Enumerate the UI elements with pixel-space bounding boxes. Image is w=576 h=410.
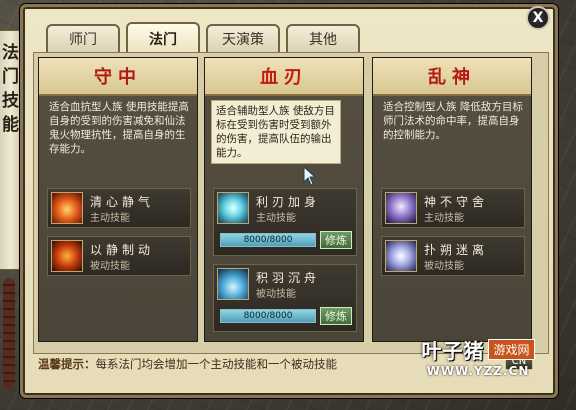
skill-name: 神不守舍 [424,195,489,209]
skill-slot[interactable]: 积羽沉舟 被动技能 8000/8000 修炼 [213,264,357,332]
tab-tianyance[interactable]: 天演策 [206,24,280,52]
column-description: 适合辅助型人族 使敌方目标在受到伤害时受到额外的伤害，提高队伍的输出能力。 [211,100,341,164]
side-char: 门 [2,67,19,87]
train-button[interactable]: 修炼 [320,307,352,325]
ice-skill-icon [217,192,249,224]
side-char: 技 [2,91,19,111]
fire-skill-icon [51,240,83,272]
watermark-logo: 叶子猪 [421,338,485,363]
skill-type: 主动技能 [424,213,464,224]
hint-label: 温馨提示： [38,357,96,371]
column-title: 血刃 [205,58,363,96]
column-shouzhong: 守中 适合血抗型人族 使用技能提高自身的受到的伤害减免和仙法鬼火物理抗性，提高自… [38,57,198,342]
skill-type: 主动技能 [90,213,130,224]
tab-shimen[interactable]: 师门 [46,24,120,52]
banner-rope [3,278,15,388]
side-banner: 法 门 技 能 [0,30,22,270]
purple-skill-icon [385,240,417,272]
ice-skill-icon [217,268,249,300]
progress-text: 8000/8000 [243,235,293,245]
train-button[interactable]: 修炼 [320,231,352,249]
skill-progress-bar: 8000/8000 [220,233,316,247]
column-title: 守中 [39,58,197,96]
skill-progress-bar: 8000/8000 [220,309,316,323]
skill-slot[interactable]: 以静制动 被动技能 [47,236,191,276]
column-luanshen: 乱神 适合控制型人族 降低敌方目标师门法术的命中率，提高自身的控制能力。 神不守… [372,57,532,342]
side-char: 能 [2,115,19,135]
watermark-badge: 游戏网 [488,338,535,360]
column-description: 适合控制型人族 降低敌方目标师门法术的命中率，提高自身的控制能力。 [383,101,523,141]
hint-body: 每系法门均会增加一个主动技能和一个被动技能 [95,357,338,371]
watermark: 叶子猪 游戏网 WWW.YZZ.CN [398,329,558,383]
skill-name: 积羽沉舟 [256,271,321,285]
tab-other[interactable]: 其他 [286,24,360,52]
watermark-url: WWW.YZZ.CN [426,363,530,378]
skill-type: 被动技能 [424,261,464,272]
column-title: 乱神 [373,58,531,96]
skill-slot[interactable]: 清心静气 主动技能 [47,188,191,228]
side-char: 法 [2,43,19,63]
skill-type: 被动技能 [90,261,130,272]
skill-type: 被动技能 [256,289,296,300]
progress-text: 8000/8000 [243,311,293,321]
skill-name: 清心静气 [90,195,155,209]
skill-name: 扑朔迷离 [424,243,489,257]
column-xueren: 血刃 适合辅助型人族 使敌方目标在受到伤害时受到额外的伤害，提高队伍的输出能力。… [204,57,364,342]
watermark-top: 叶子猪 游戏网 [421,335,535,364]
tab-famen[interactable]: 法门 [126,22,200,54]
purple-skill-icon [385,192,417,224]
skill-slot[interactable]: 利刃加身 主动技能 8000/8000 修炼 [213,188,357,256]
skill-slot[interactable]: 扑朔迷离 被动技能 [381,236,525,276]
skill-name: 利刃加身 [256,195,321,209]
skill-slot[interactable]: 神不守舍 主动技能 [381,188,525,228]
close-icon[interactable]: X [526,6,550,30]
column-description: 适合血抗型人族 使用技能提高自身的受到的伤害减免和仙法鬼火物理抗性，提高自身的生… [49,101,189,155]
skill-type: 主动技能 [256,213,296,224]
skill-name: 以静制动 [90,243,155,257]
mouse-cursor-icon [303,166,317,186]
fire-skill-icon [51,192,83,224]
